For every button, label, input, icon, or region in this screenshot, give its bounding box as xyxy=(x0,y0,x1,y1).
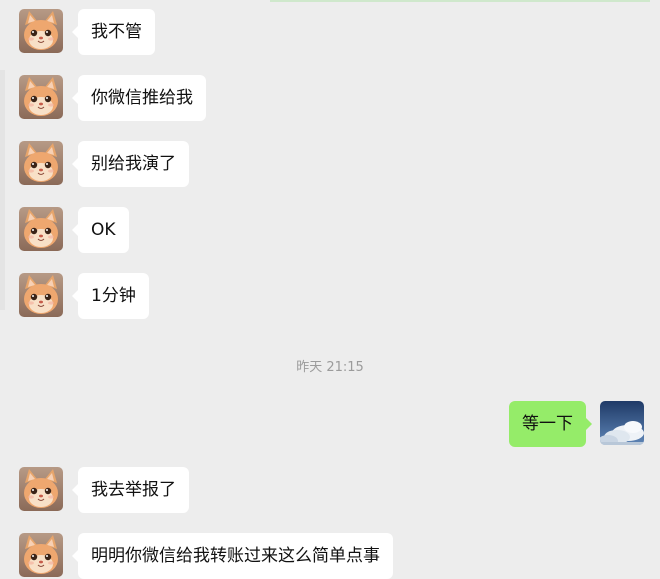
cartoon-cat-avatar-icon xyxy=(19,207,63,251)
cartoon-cat-avatar-icon xyxy=(19,75,63,119)
message-row: 别给我演了 xyxy=(0,141,660,187)
incoming-message-bubble[interactable]: 别给我演了 xyxy=(72,141,189,187)
contact-avatar[interactable] xyxy=(19,9,63,53)
contact-avatar[interactable] xyxy=(19,273,63,317)
cartoon-cat-avatar-icon xyxy=(19,533,63,577)
message-row: 我去举报了 xyxy=(0,467,660,513)
contact-avatar[interactable] xyxy=(19,533,63,577)
message-row: 1分钟 xyxy=(0,273,660,319)
message-row: OK xyxy=(0,207,660,253)
contact-avatar[interactable] xyxy=(19,75,63,119)
self-avatar[interactable] xyxy=(600,401,644,445)
contact-avatar[interactable] xyxy=(19,467,63,511)
incoming-message-bubble[interactable]: 1分钟 xyxy=(72,273,149,319)
cartoon-cat-avatar-icon xyxy=(19,467,63,511)
incoming-message-bubble[interactable]: 我去举报了 xyxy=(72,467,189,513)
message-row: 你微信推给我 xyxy=(0,75,660,121)
cartoon-cat-avatar-icon xyxy=(19,141,63,185)
message-timestamp: 昨天 21:15 xyxy=(296,360,364,375)
incoming-message-bubble[interactable]: 我不管 xyxy=(72,9,155,55)
contact-avatar[interactable] xyxy=(19,207,63,251)
incoming-message-bubble[interactable]: 你微信推给我 xyxy=(72,75,206,121)
cartoon-cat-avatar-icon xyxy=(19,273,63,317)
chat-view: 我不管 你微信推给我 别给我演了 OK 1分钟 昨天 21:15 等一下 我去举… xyxy=(0,0,660,579)
incoming-message-bubble[interactable]: OK xyxy=(72,207,129,253)
message-row: 明明你微信给我转账过来这么简单点事 xyxy=(0,533,660,579)
message-row: 等一下 xyxy=(0,401,660,447)
top-divider xyxy=(270,0,650,2)
incoming-message-bubble[interactable]: 明明你微信给我转账过来这么简单点事 xyxy=(72,533,393,579)
sky-clouds-avatar-icon xyxy=(600,401,644,445)
cartoon-cat-avatar-icon xyxy=(19,9,63,53)
outgoing-message-bubble[interactable]: 等一下 xyxy=(509,401,592,447)
contact-avatar[interactable] xyxy=(19,141,63,185)
message-row: 我不管 xyxy=(0,9,660,55)
